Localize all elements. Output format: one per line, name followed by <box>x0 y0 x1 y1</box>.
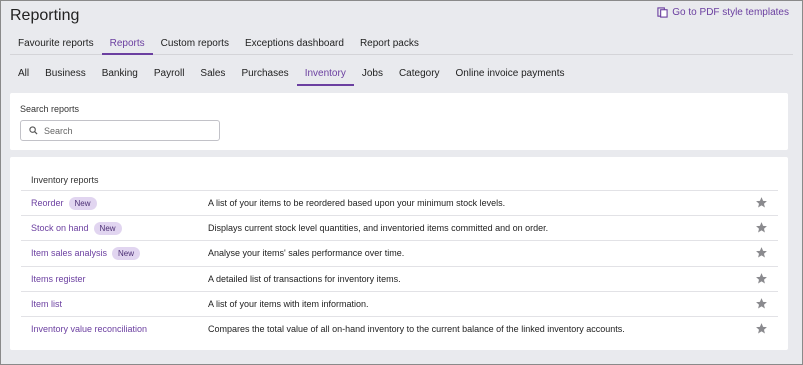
category-tabs: All Business Banking Payroll Sales Purch… <box>10 62 793 86</box>
search-icon <box>29 126 38 135</box>
tab-purchases[interactable]: Purchases <box>233 62 296 86</box>
tab-all[interactable]: All <box>10 62 37 86</box>
report-link-reorder[interactable]: Reorder New <box>21 196 208 210</box>
tab-online-invoice-payments[interactable]: Online invoice payments <box>448 62 573 86</box>
inventory-reports-panel: Inventory reports Reorder New A list of … <box>10 157 788 350</box>
report-row: Stock on hand New Displays current stock… <box>21 215 778 240</box>
report-row: Inventory value reconciliation Compares … <box>21 315 778 341</box>
report-row: Item sales analysis New Analyse your ite… <box>21 240 778 265</box>
report-link-stock-on-hand[interactable]: Stock on hand New <box>21 221 208 235</box>
star-icon[interactable] <box>755 322 768 335</box>
tab-payroll[interactable]: Payroll <box>146 62 193 86</box>
star-icon[interactable] <box>755 196 768 209</box>
star-icon[interactable] <box>755 297 768 310</box>
tab-report-packs[interactable]: Report packs <box>352 33 427 55</box>
tab-category[interactable]: Category <box>391 62 448 86</box>
tab-exceptions-dashboard[interactable]: Exceptions dashboard <box>237 33 352 55</box>
new-badge: New <box>68 196 97 210</box>
report-name: Item sales analysis <box>31 248 108 259</box>
report-link-item-sales-analysis[interactable]: Item sales analysis New <box>21 246 208 260</box>
report-link-items-register[interactable]: Items register <box>21 274 208 284</box>
report-name: Items register <box>31 273 86 284</box>
tab-reports[interactable]: Reports <box>101 33 153 55</box>
tab-sales[interactable]: Sales <box>192 62 233 86</box>
tab-jobs[interactable]: Jobs <box>354 62 391 86</box>
tab-business[interactable]: Business <box>37 62 94 86</box>
main-tabs: Favourite reports Reports Custom reports… <box>10 33 793 55</box>
report-description: A list of your items to be reordered bas… <box>208 198 506 209</box>
template-icon <box>657 7 668 18</box>
pdf-templates-label: Go to PDF style templates <box>672 7 789 18</box>
report-name: Stock on hand <box>31 223 89 234</box>
report-description: Compares the total value of all on-hand … <box>208 324 625 335</box>
section-title: Inventory reports <box>31 175 99 185</box>
search-panel: Search reports <box>10 93 788 150</box>
page-title: Reporting <box>10 7 80 24</box>
tab-inventory[interactable]: Inventory <box>296 62 354 86</box>
pdf-templates-link[interactable]: Go to PDF style templates <box>657 7 789 18</box>
star-icon[interactable] <box>755 221 768 234</box>
new-badge: New <box>93 221 122 235</box>
search-box[interactable] <box>20 120 220 141</box>
report-link-item-list[interactable]: Item list <box>21 299 208 309</box>
report-description: Analyse your items' sales performance ov… <box>208 248 405 259</box>
report-name: Reorder <box>31 198 64 209</box>
report-row: Item list A list of your items with item… <box>21 290 778 316</box>
star-icon[interactable] <box>755 246 768 259</box>
search-input[interactable] <box>44 125 214 136</box>
report-description: A list of your items with item informati… <box>208 298 369 309</box>
report-description: A detailed list of transactions for inve… <box>208 273 401 284</box>
tab-custom-reports[interactable]: Custom reports <box>153 33 237 55</box>
tab-favourite-reports[interactable]: Favourite reports <box>10 33 102 55</box>
new-badge: New <box>112 246 141 260</box>
report-name: Item list <box>31 298 63 309</box>
report-list: Reorder New A list of your items to be r… <box>21 190 778 341</box>
tab-banking[interactable]: Banking <box>94 62 146 86</box>
report-row: Items register A detailed list of transa… <box>21 265 778 291</box>
search-label: Search reports <box>20 104 80 114</box>
report-name: Inventory value reconciliation <box>31 324 148 335</box>
report-row: Reorder New A list of your items to be r… <box>21 190 778 215</box>
report-description: Displays current stock level quantities,… <box>208 223 549 234</box>
star-icon[interactable] <box>755 272 768 285</box>
report-link-inventory-value-reconciliation[interactable]: Inventory value reconciliation <box>21 324 208 334</box>
